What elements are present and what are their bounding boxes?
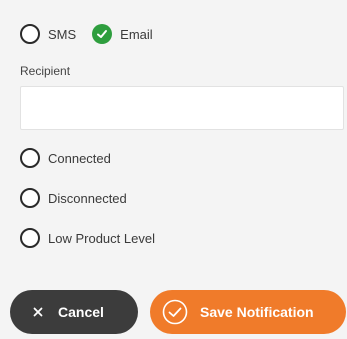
event-option-low-product-level[interactable]: Low Product Level [20, 228, 155, 248]
recipient-input[interactable] [20, 86, 344, 130]
email-option[interactable]: Email [92, 24, 153, 44]
disconnected-radio[interactable] [20, 188, 40, 208]
email-radio-checked[interactable] [92, 24, 113, 44]
email-label: Email [120, 26, 153, 42]
cancel-button[interactable]: Cancel [10, 290, 138, 334]
save-notification-button[interactable]: Save Notification [150, 290, 346, 334]
disconnected-label: Disconnected [48, 190, 127, 206]
low-product-level-label: Low Product Level [48, 230, 155, 246]
recipient-label: Recipient [20, 64, 71, 78]
sms-radio[interactable] [20, 24, 40, 44]
close-icon [32, 306, 44, 318]
connected-radio[interactable] [20, 148, 40, 168]
channel-selector: SMS Email [20, 24, 153, 44]
sms-option[interactable]: SMS [20, 24, 76, 44]
low-product-level-radio[interactable] [20, 228, 40, 248]
event-option-connected[interactable]: Connected [20, 148, 111, 168]
sms-label: SMS [48, 26, 77, 42]
check-circle-icon [162, 299, 188, 325]
save-notification-label: Save Notification [200, 304, 314, 320]
event-option-disconnected[interactable]: Disconnected [20, 188, 127, 208]
check-icon [97, 30, 108, 38]
connected-label: Connected [48, 150, 111, 166]
cancel-label: Cancel [58, 304, 104, 320]
